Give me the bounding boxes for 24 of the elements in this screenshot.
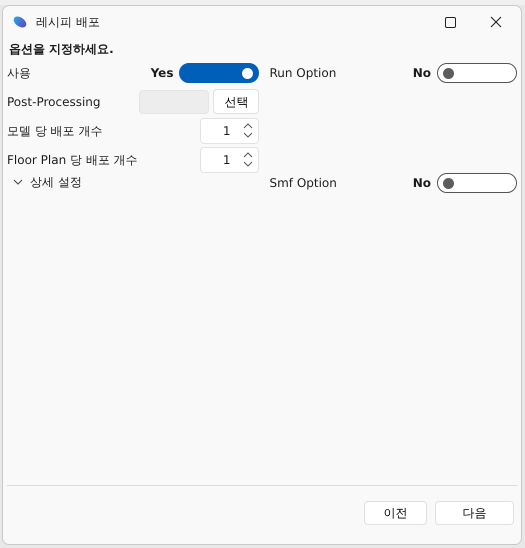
option-label: 모델 당 배포 개수 bbox=[7, 122, 104, 140]
toggle-switch[interactable] bbox=[179, 62, 260, 82]
number-spinner[interactable]: 1 bbox=[200, 146, 260, 172]
instruction-heading: 옵션을 지정하세요. bbox=[8, 41, 115, 58]
toggle-state: Yes bbox=[150, 64, 174, 82]
dialog-button[interactable]: 다음 bbox=[435, 501, 514, 525]
maximize-icon bbox=[444, 16, 456, 28]
toggle-state: No bbox=[412, 174, 431, 192]
toggle-state: No bbox=[412, 64, 431, 82]
toggle-switch[interactable] bbox=[437, 62, 517, 82]
option-label: Smf Option bbox=[269, 174, 338, 192]
window-title: 레시피 배포 bbox=[36, 14, 101, 31]
app-icon bbox=[13, 16, 27, 28]
chevron-down-icon bbox=[13, 179, 23, 185]
toggle-switch[interactable] bbox=[437, 172, 517, 192]
option-label: Floor Plan 당 배포 개수 bbox=[7, 152, 139, 168]
select-button[interactable]: 선택 bbox=[213, 89, 260, 114]
close-icon bbox=[490, 16, 502, 28]
option-label: Run Option bbox=[269, 64, 338, 82]
option-label: Post-Processing bbox=[7, 94, 102, 110]
number-spinner[interactable]: 1 bbox=[200, 118, 260, 144]
expander-header[interactable]: 상세 설정 bbox=[7, 174, 260, 190]
dialog-button[interactable]: 이전 bbox=[364, 501, 427, 525]
option-label: 사용 bbox=[7, 64, 32, 82]
